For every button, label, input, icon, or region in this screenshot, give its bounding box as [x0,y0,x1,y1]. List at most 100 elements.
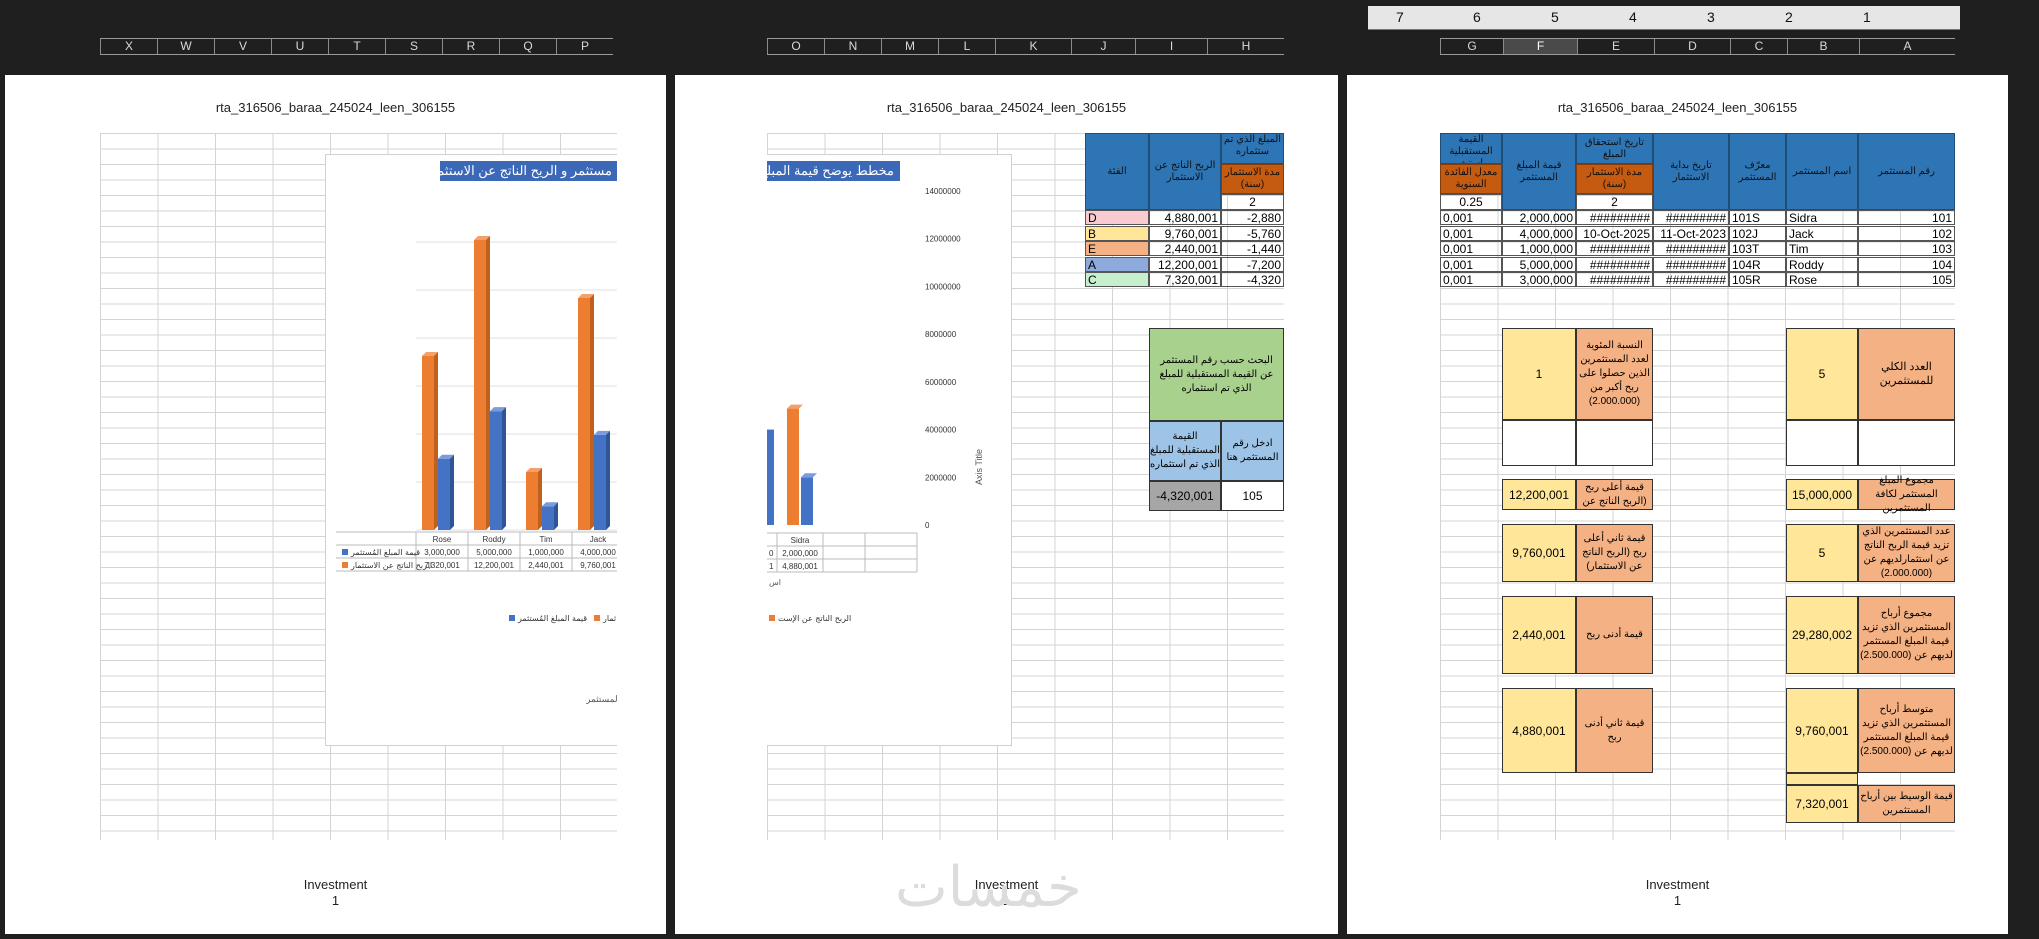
category-cell[interactable]: A [1085,256,1149,272]
investor-num-cell[interactable]: 105 [1858,272,1955,287]
column-header[interactable]: X [100,39,157,54]
table-profit-value: 2,440,001 [528,561,564,570]
investor-start-cell[interactable]: 11-Oct-2023 [1653,225,1729,241]
investor-due-cell[interactable]: ######### [1576,210,1653,225]
investor-future-cell[interactable]: 0,001 [1440,241,1502,256]
column-header[interactable]: V [214,39,271,54]
column-header-selected[interactable]: F [1503,39,1577,54]
search-result-value: -4,320,001 [1149,481,1221,511]
investor-start-cell[interactable]: ######### [1653,272,1729,287]
investor-name-cell[interactable]: Jack [1786,225,1858,241]
investor-amount-cell[interactable]: 5,000,000 [1502,256,1576,272]
investor-start-cell[interactable]: ######### [1653,210,1729,225]
investor-start-cell[interactable]: ######### [1653,241,1729,256]
empty-cell [1576,420,1653,466]
horizontal-ruler[interactable]: 7 6 5 4 3 2 1 [1348,6,1960,30]
investor-num-cell[interactable]: 104 [1858,256,1955,272]
investor-future-cell[interactable]: 0,001 [1440,256,1502,272]
category-cell[interactable]: B [1085,225,1149,241]
profit-cell[interactable]: 7,320,001 [1149,272,1221,287]
investor-start-cell[interactable]: ######### [1653,256,1729,272]
investor-due-cell[interactable]: ######### [1576,241,1653,256]
profit-cell[interactable]: 4,880,001 [1149,210,1221,225]
footer-sheet-name: Investment [303,877,368,892]
column-header[interactable]: W [157,39,214,54]
column-header[interactable]: A [1859,39,1955,54]
stat-max2-value: 9,760,001 [1502,524,1576,582]
profit-cell[interactable]: 12,200,001 [1149,256,1221,272]
bar-invest [490,411,502,530]
bar-profit [474,240,486,530]
amount-cell[interactable]: -4,320 [1221,272,1284,287]
column-header[interactable]: D [1654,39,1730,54]
stat-sumprofit-label: مجموع أرباح المستثمرين الذي تزيد قيمة ال… [1858,596,1955,674]
amount-cell[interactable]: -7,200 [1221,256,1284,272]
investor-due-cell[interactable]: 10-Oct-2025 [1576,225,1653,241]
investor-future-cell[interactable]: 0,001 [1440,272,1502,287]
column-header[interactable]: T [328,39,385,54]
investor-amount-cell[interactable]: 3,000,000 [1502,272,1576,287]
amount-cell[interactable]: -1,440 [1221,241,1284,256]
profit-cell[interactable]: 2,440,001 [1149,241,1221,256]
vertical-scrollbar[interactable] [2022,130,2039,860]
column-header[interactable]: G [1440,39,1503,54]
investor-due-cell[interactable]: ######### [1576,256,1653,272]
column-header[interactable]: C [1730,39,1787,54]
table-row-label-profit: الربح الناتج عن الاستثمار [350,561,432,570]
bar-profit [578,298,590,530]
watermark-logo: خمسات [895,855,1082,920]
column-header[interactable]: J [1071,39,1135,54]
investor-num-cell[interactable]: 102 [1858,225,1955,241]
column-header[interactable]: I [1135,39,1207,54]
search-input[interactable]: 105 [1221,481,1284,511]
chart-investment-profit[interactable]: مستثمر و الريح الناتج عن الاستثمار Rose 3… [325,154,617,746]
investor-name-cell[interactable]: Roddy [1786,256,1858,272]
amount-cell[interactable]: -2,880 [1221,210,1284,225]
category-cell[interactable]: D [1085,210,1149,225]
duration-value[interactable]: 2 [1576,194,1653,210]
investor-due-cell[interactable]: ######### [1576,272,1653,287]
investor-name-cell[interactable]: Tim [1786,241,1858,256]
column-header[interactable]: Q [499,39,556,54]
column-header[interactable]: E [1577,39,1654,54]
table-profit-value: 1 [769,562,774,571]
investor-future-cell[interactable]: 0,001 [1440,225,1502,241]
legend-swatch [769,615,775,621]
category-cell[interactable]: E [1085,241,1149,256]
investor-amount-cell[interactable]: 2,000,000 [1502,210,1576,225]
investor-name-cell[interactable]: Sidra [1786,210,1858,225]
column-header[interactable]: H [1207,39,1284,54]
column-header[interactable]: M [881,39,938,54]
column-header[interactable]: O [767,39,824,54]
investor-id-cell[interactable]: 105R [1729,272,1786,287]
column-header[interactable]: P [556,39,613,54]
column-header[interactable]: N [824,39,881,54]
column-header[interactable]: L [938,39,995,54]
column-header[interactable]: U [271,39,328,54]
investor-name-cell[interactable]: Rose [1786,272,1858,287]
investor-amount-cell[interactable]: 4,000,000 [1502,225,1576,241]
column-header[interactable]: B [1787,39,1859,54]
profit-cell[interactable]: 9,760,001 [1149,225,1221,241]
investor-num-cell[interactable]: 103 [1858,241,1955,256]
header-due-date: تاريخ استحقاق المبلغ [1576,133,1653,164]
investor-num-cell[interactable]: 101 [1858,210,1955,225]
investor-amount-cell[interactable]: 1,000,000 [1502,241,1576,256]
column-header[interactable]: R [442,39,499,54]
legend-label: ثمار [602,614,616,623]
chart-investment-value[interactable]: مخطط يوضح قيمة المبلغ ال 140000001200000… [767,154,1012,746]
investor-future-cell[interactable]: 0,001 [1440,210,1502,225]
column-header[interactable]: S [385,39,442,54]
investor-id-cell[interactable]: 101S [1729,210,1786,225]
investor-id-cell[interactable]: 103T [1729,241,1786,256]
category-cell[interactable]: C [1085,272,1149,287]
amount-cell[interactable]: -5,760 [1221,225,1284,241]
empty-cell [1502,420,1576,466]
investor-id-cell[interactable]: 102J [1729,225,1786,241]
column-header[interactable]: K [995,39,1071,54]
duration-value[interactable]: 2 [1221,194,1284,210]
interest-rate-value[interactable]: 0.25 [1440,194,1502,210]
bar-profit-side [434,352,438,530]
empty-cell [1858,420,1955,466]
investor-id-cell[interactable]: 104R [1729,256,1786,272]
